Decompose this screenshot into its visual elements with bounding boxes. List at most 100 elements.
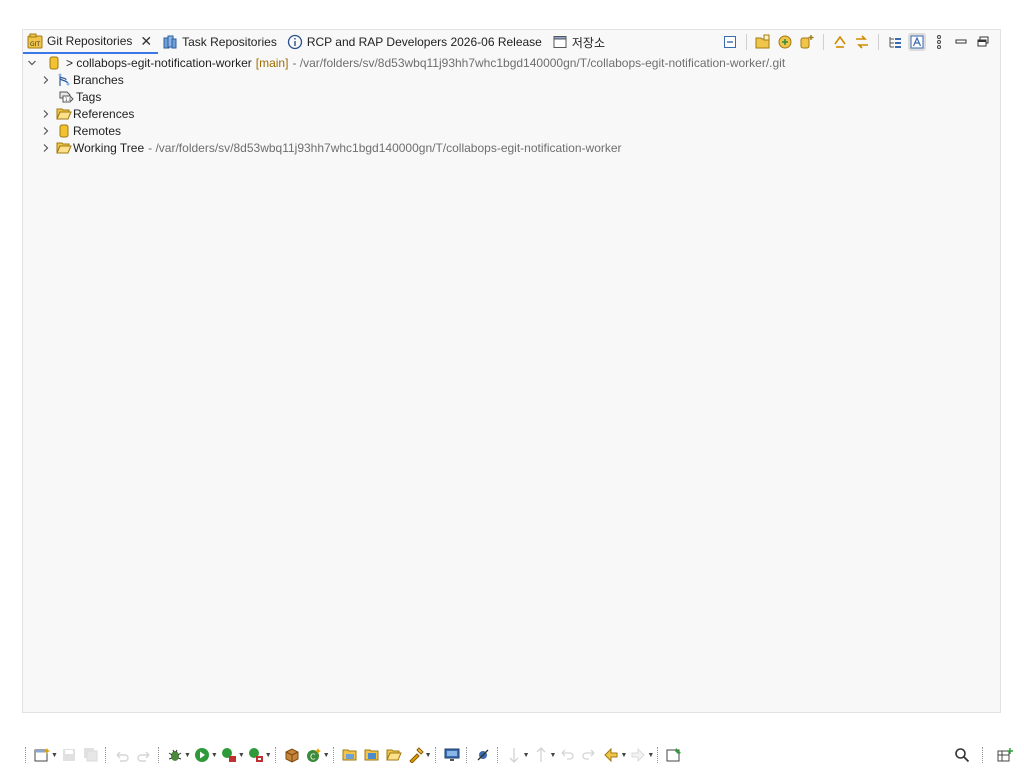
new-button[interactable] [31, 745, 53, 765]
tree-row-references[interactable]: References [23, 105, 1000, 122]
maximize-button[interactable] [974, 33, 992, 51]
tree-label: Working Tree [73, 140, 145, 155]
search-button[interactable] [951, 745, 973, 765]
chevron-right-icon[interactable] [40, 74, 52, 86]
toolbar-separator [465, 747, 469, 763]
play-icon [194, 748, 209, 762]
skip-breakpoints-button[interactable] [472, 745, 494, 765]
add-repository-icon [755, 34, 770, 49]
new-java-class-button[interactable]: C [303, 745, 325, 765]
text-details-icon [910, 35, 924, 49]
toolbar-separator [878, 34, 879, 50]
back-button[interactable] [600, 745, 622, 765]
show-details-button[interactable] [908, 33, 926, 51]
minimize-button[interactable] [952, 33, 970, 51]
tab-repository-korean[interactable]: 저장소 [548, 30, 611, 54]
open-perspective-button[interactable] [994, 745, 1016, 765]
tree-label: Tags [76, 89, 102, 104]
next-annotation-icon [509, 748, 519, 763]
tree-layout-icon [889, 37, 901, 48]
tab-task-repositories[interactable]: Task Repositories [158, 30, 283, 54]
svg-text:1.0: 1.0 [65, 97, 72, 102]
repository-tree: > collabops-egit-notification-worker [ma… [23, 54, 1000, 156]
working-tree-path: - /var/folders/sv/8d53wbq11j93hh7whc1bgd… [148, 140, 622, 155]
open-folder-button[interactable] [383, 745, 405, 765]
toolbar-right [951, 745, 1016, 765]
link-with-selection-icon [856, 35, 868, 49]
forward-button[interactable] [627, 745, 649, 765]
refresh-button[interactable] [831, 33, 849, 51]
redo-button[interactable] [133, 745, 155, 765]
last-edit-location-button[interactable] [556, 745, 578, 765]
toolbar-separator [823, 34, 824, 50]
new-window-icon [34, 748, 50, 762]
open-task-button[interactable] [361, 745, 383, 765]
link-with-selection-button[interactable] [853, 33, 871, 51]
hierarchical-branch-layout-button[interactable] [886, 33, 904, 51]
open-type-button[interactable] [339, 745, 361, 765]
toggle-presentation-button[interactable] [441, 745, 463, 765]
folder-open-icon [56, 106, 72, 122]
chevron-right-icon[interactable] [40, 125, 52, 137]
close-icon[interactable]: ✕ [140, 34, 152, 48]
tree-row-working-tree[interactable]: Working Tree - /var/folders/sv/8d53wbq11… [23, 139, 1000, 156]
open-type-icon [342, 749, 357, 761]
minimize-icon [955, 39, 967, 44]
create-repository-button[interactable] [798, 33, 816, 51]
external-tools-button[interactable] [245, 745, 267, 765]
debug-button[interactable] [164, 745, 186, 765]
previous-annotation-icon [536, 747, 545, 762]
chevron-right-icon[interactable] [40, 142, 52, 154]
info-icon [287, 34, 303, 50]
search-icon [955, 748, 970, 763]
save-all-button[interactable] [80, 745, 102, 765]
run-button[interactable] [191, 745, 213, 765]
toolbar-separator [104, 747, 108, 763]
new-class-icon: C [306, 748, 321, 762]
tree-row-branches[interactable]: Branches [23, 71, 1000, 88]
maximize-icon [977, 36, 989, 47]
toolbar-separator [434, 747, 438, 763]
tree-row-tags[interactable]: 1.0 Tags [23, 88, 1000, 105]
refresh-icon [834, 35, 846, 48]
chevron-down-icon[interactable] [26, 57, 38, 69]
chevron-right-icon[interactable] [40, 108, 52, 120]
pin-editor-button[interactable] [663, 745, 685, 765]
previous-annotation-button[interactable] [530, 745, 552, 765]
window-icon [552, 34, 568, 50]
toolbar-separator [25, 747, 28, 763]
tree-label: Remotes [73, 123, 122, 138]
coverage-button[interactable] [218, 745, 240, 765]
add-existing-repository-button[interactable] [754, 33, 772, 51]
undo-button[interactable] [111, 745, 133, 765]
repository-path: - /var/folders/sv/8d53wbq11j93hh7whc1bgd… [292, 55, 786, 70]
toolbar-separator [657, 747, 660, 763]
tab-git-repositories[interactable]: GIT Git Repositories ✕ [23, 30, 159, 54]
flashlight-icon [408, 747, 424, 763]
save-button[interactable] [58, 745, 80, 765]
forward-edit-location-button[interactable] [578, 745, 600, 765]
clone-repository-button[interactable] [776, 33, 794, 51]
more-vertical-icon [937, 35, 941, 49]
arrow-right-icon [631, 747, 646, 763]
folder-open-icon [385, 749, 402, 761]
tab-label: 저장소 [571, 35, 605, 50]
tree-row-remotes[interactable]: Remotes [23, 122, 1000, 139]
collapse-all-button[interactable] [721, 33, 739, 51]
svg-text:GIT: GIT [30, 41, 40, 48]
search-tool-button[interactable] [405, 745, 427, 765]
arrow-left-icon [604, 747, 618, 763]
remotes-icon [56, 123, 72, 139]
clone-repository-icon [778, 35, 792, 49]
tab-label: Git Repositories [47, 34, 133, 48]
folder-open-icon [56, 140, 72, 156]
tab-label: Task Repositories [182, 35, 277, 49]
next-annotation-button[interactable] [503, 745, 525, 765]
new-java-package-button[interactable] [281, 745, 303, 765]
svg-text:C: C [310, 753, 316, 762]
view-menu-button[interactable] [930, 33, 948, 51]
open-task-icon [364, 749, 379, 761]
toolbar-separator [496, 747, 500, 763]
tab-rcp-rap-release[interactable]: RCP and RAP Developers 2026-06 Release [283, 30, 548, 54]
tree-row-repository[interactable]: > collabops-egit-notification-worker [ma… [23, 54, 1000, 71]
